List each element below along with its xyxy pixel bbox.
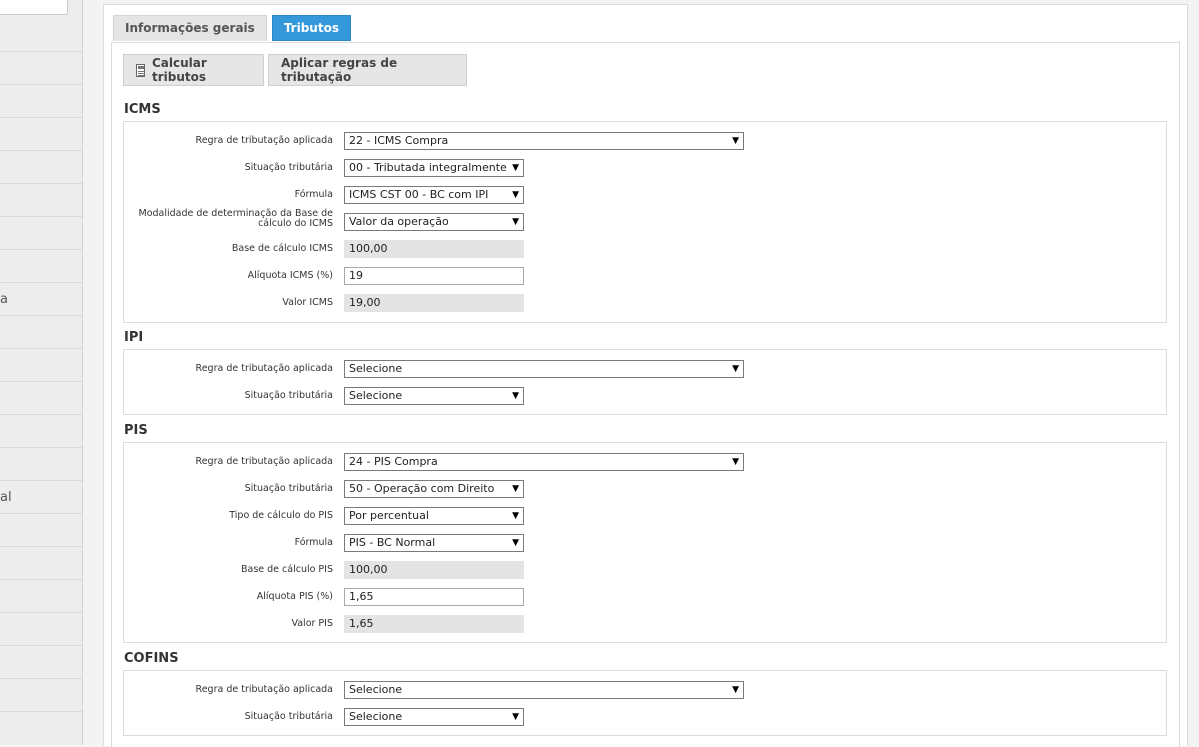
icms-situation-select[interactable]: 00 - Tributada integralmente (344, 159, 524, 177)
apply-tax-rules-button[interactable]: Aplicar regras de tributação (268, 54, 467, 86)
tab-general-info[interactable]: Informações gerais (113, 15, 267, 41)
sidebar-item-label[interactable]: a (0, 292, 8, 307)
sidebar-divider (0, 150, 82, 151)
icms-formula-label: Fórmula (294, 189, 333, 200)
ipi-fieldset: Regra de tributação aplicada Selecione S… (123, 349, 1167, 415)
main-panel: Informações gerais Tributos Calcular tri… (103, 4, 1188, 747)
icms-base-label: Base de cálculo ICMS (231, 243, 333, 254)
ipi-rule-label: Regra de tributação aplicada (195, 363, 333, 374)
calculate-taxes-label: Calcular tributos (152, 56, 207, 84)
icms-value-field: 19,00 (344, 294, 524, 312)
sidebar-divider (0, 546, 82, 547)
icms-rate-label: Alíquota ICMS (%) (247, 270, 333, 281)
icms-rate-input[interactable]: 19 (344, 267, 524, 285)
pis-calc-type-select[interactable]: Por percentual (344, 507, 524, 525)
icms-rule-select[interactable]: 22 - ICMS Compra (344, 132, 744, 150)
icms-situation-label: Situação tributária (244, 162, 333, 173)
ipi-situation-select[interactable]: Selecione (344, 387, 524, 405)
sidebar-divider (0, 249, 82, 250)
icms-value-label: Valor ICMS (282, 297, 333, 308)
calculator-icon (136, 63, 145, 77)
pis-formula-select[interactable]: PIS - BC Normal (344, 534, 524, 552)
tab-bar: Informações gerais Tributos (113, 15, 356, 41)
sidebar-divider (0, 414, 82, 415)
pis-rule-label: Regra de tributação aplicada (195, 456, 333, 467)
pis-situation-select[interactable]: 50 - Operação com Direito (344, 480, 524, 498)
pis-calc-type-label: Tipo de cálculo do PIS (229, 510, 333, 521)
ipi-rule-select[interactable]: Selecione (344, 360, 744, 378)
icms-base-field: 100,00 (344, 240, 524, 258)
icms-modality-label: Modalidade de determinação da Base de cá… (138, 208, 333, 229)
pis-rule-select[interactable]: 24 - PIS Compra (344, 453, 744, 471)
cofins-rule-label: Regra de tributação aplicada (195, 684, 333, 695)
sidebar-divider (0, 381, 82, 382)
ipi-section-title: IPI (124, 330, 144, 345)
sidebar-divider (0, 711, 82, 712)
sidebar-divider (0, 117, 82, 118)
sidebar-search-input[interactable] (0, 0, 68, 15)
sidebar-divider (0, 216, 82, 217)
cofins-section-title: COFINS (124, 651, 179, 666)
sidebar-divider (0, 480, 82, 481)
pis-rate-input[interactable]: 1,65 (344, 588, 524, 606)
icms-rule-label: Regra de tributação aplicada (195, 135, 333, 146)
pis-formula-label: Fórmula (294, 537, 333, 548)
pis-base-label: Base de cálculo PIS (240, 564, 333, 575)
pis-section-title: PIS (124, 423, 148, 438)
sidebar: a al (0, 0, 83, 745)
sidebar-divider (0, 645, 82, 646)
apply-tax-rules-label: Aplicar regras de tributação (281, 56, 398, 84)
sidebar-divider (0, 348, 82, 349)
sidebar-divider (0, 579, 82, 580)
icms-formula-select[interactable]: ICMS CST 00 - BC com IPI (344, 186, 524, 204)
sidebar-divider (0, 84, 82, 85)
sidebar-divider (0, 678, 82, 679)
calculate-taxes-button[interactable]: Calcular tributos (123, 54, 264, 86)
cofins-situation-label: Situação tributária (244, 711, 333, 722)
cofins-fieldset: Regra de tributação aplicada Selecione S… (123, 670, 1167, 736)
sidebar-divider (0, 513, 82, 514)
cofins-rule-select[interactable]: Selecione (344, 681, 744, 699)
sidebar-item-label[interactable]: al (0, 490, 12, 505)
pis-rate-label: Alíquota PIS (%) (256, 591, 333, 602)
icms-fieldset: Regra de tributação aplicada 22 - ICMS C… (123, 121, 1167, 323)
pis-situation-label: Situação tributária (244, 483, 333, 494)
tab-taxes[interactable]: Tributos (271, 15, 351, 41)
icms-section-title: ICMS (124, 102, 161, 117)
sidebar-divider (0, 282, 82, 283)
sidebar-divider (0, 51, 82, 52)
tab-content: Calcular tributos Aplicar regras de trib… (111, 42, 1180, 747)
sidebar-divider (0, 183, 82, 184)
pis-value-label: Valor PIS (291, 618, 333, 629)
sidebar-divider (0, 612, 82, 613)
sidebar-divider (0, 315, 82, 316)
icms-modality-select[interactable]: Valor da operação (344, 213, 524, 231)
pis-fieldset: Regra de tributação aplicada 24 - PIS Co… (123, 442, 1167, 643)
pis-value-field: 1,65 (344, 615, 524, 633)
cofins-situation-select[interactable]: Selecione (344, 708, 524, 726)
sidebar-divider (0, 447, 82, 448)
pis-base-field: 100,00 (344, 561, 524, 579)
ipi-situation-label: Situação tributária (244, 390, 333, 401)
